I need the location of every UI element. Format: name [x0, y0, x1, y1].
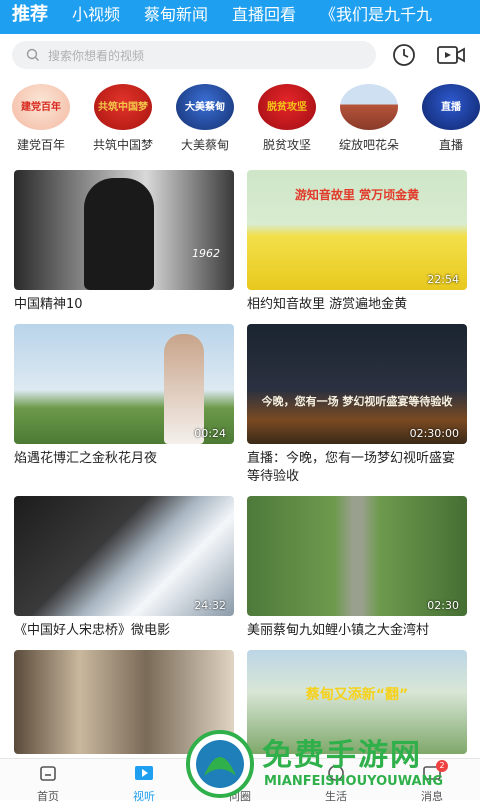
channel-label: 共筑中国梦	[92, 138, 153, 152]
video-card[interactable]: 00:24 焰遇花博汇之金秋花月夜	[14, 324, 234, 468]
channel-image: 大美蔡甸	[176, 84, 234, 130]
channel-image: 建党百年	[12, 84, 70, 130]
channel-label: 直播	[438, 138, 463, 152]
tab-live-replay[interactable]: 直播回看	[220, 1, 308, 34]
thumbnail-overlay-text: 1962	[192, 247, 220, 260]
channel-item[interactable]: 建党百年 建党百年	[2, 84, 80, 153]
video-camera-icon[interactable]	[436, 43, 466, 67]
video-title: 焰遇花博汇之金秋花月夜	[14, 451, 158, 466]
watermark-en-text: MIANFEISHOUYOUWANG	[264, 774, 444, 789]
video-title: 美丽蔡甸九如鲤小镇之大金湾村	[247, 623, 430, 638]
watermark-cn-text: 免费手游网	[262, 738, 422, 773]
nav-watch[interactable]: 视听	[96, 759, 192, 804]
channel-item[interactable]: 直播 直播	[412, 84, 480, 153]
channel-item[interactable]: 脱贫攻坚 脱贫攻坚	[248, 84, 326, 153]
video-duration: 22:54	[427, 273, 459, 286]
video-duration: 02:30:00	[409, 427, 459, 440]
channel-image: 直播	[422, 84, 480, 130]
channel-image: 脱贫攻坚	[258, 84, 316, 130]
video-duration: 00:24	[194, 427, 226, 440]
channel-item[interactable]: 大美蔡甸 大美蔡甸	[166, 84, 244, 153]
video-card[interactable]: 今晚，您有一场 梦幻视听盛宴等待验收 02:30:00 直播：今晚，您有一场梦幻…	[247, 324, 467, 486]
video-thumbnail: 24:32	[14, 496, 234, 616]
channel-image: 共筑中国梦	[94, 84, 152, 130]
channel-label: 绽放吧花朵	[338, 138, 399, 152]
video-title: 相约知音故里 游赏遍地金黄	[247, 297, 408, 312]
channel-label: 脱贫攻坚	[262, 138, 311, 152]
tab-short-video[interactable]: 小视频	[60, 1, 132, 34]
video-thumbnail: 今晚，您有一场 梦幻视听盛宴等待验收 02:30:00	[247, 324, 467, 444]
tab-program[interactable]: 《我们是九千九	[308, 1, 444, 34]
search-placeholder: 搜索你想看的视频	[48, 48, 145, 63]
video-card[interactable]: 1962 中国精神10	[14, 170, 234, 314]
channel-label: 建党百年	[16, 138, 65, 152]
channel-art-text: 大美蔡甸	[185, 102, 225, 113]
thumbnail-overlay-text: 今晚，您有一场 梦幻视听盛宴等待验收	[261, 395, 453, 408]
home-icon	[40, 766, 56, 781]
nav-home[interactable]: 首页	[0, 759, 96, 804]
channel-item[interactable]: 绽放吧花朵	[330, 84, 408, 153]
video-thumbnail: 1962	[14, 170, 234, 290]
nav-label: 首页	[37, 790, 59, 803]
search-row: 搜索你想看的视频	[0, 34, 480, 76]
video-title: 《中国好人宋忠桥》微电影	[14, 623, 171, 638]
top-tab-bar: 推荐 小视频 蔡甸新闻 直播回看 《我们是九千九	[0, 0, 480, 34]
video-duration: 02:30	[427, 599, 459, 612]
video-duration: 24:32	[194, 599, 226, 612]
channel-art-text: 建党百年	[21, 102, 61, 113]
video-card[interactable]: 游知音故里 赏万顷金黄 22:54 相约知音故里 游赏遍地金黄	[247, 170, 467, 314]
video-thumbnail: 00:24	[14, 324, 234, 444]
video-thumbnail: 游知音故里 赏万顷金黄 22:54	[247, 170, 467, 290]
video-card[interactable]: 02:30 美丽蔡甸九如鲤小镇之大金湾村	[247, 496, 467, 640]
channel-art-text: 共筑中国梦	[98, 102, 148, 113]
channel-art-text: 直播	[441, 102, 461, 113]
channel-image	[340, 84, 398, 130]
video-thumbnail: 02:30	[247, 496, 467, 616]
channel-art-text: 脱贫攻坚	[267, 102, 307, 113]
clock-icon[interactable]	[392, 43, 416, 67]
channel-item[interactable]: 共筑中国梦 共筑中国梦	[84, 84, 162, 153]
watermark-logo: 免费手游网 MIANFEISHOUYOUWANG	[180, 728, 480, 800]
play-icon	[135, 766, 153, 780]
search-icon	[26, 48, 39, 61]
thumbnail-overlay-text: 游知音故里 赏万顷金黄	[294, 188, 420, 202]
thumbnail-overlay-text: 蔡甸又添新“翻”	[305, 687, 409, 703]
tab-caidian-news[interactable]: 蔡甸新闻	[132, 1, 220, 34]
video-title: 直播：今晚，您有一场梦幻视听盛宴等待验收	[247, 451, 456, 484]
video-card[interactable]: 24:32 《中国好人宋忠桥》微电影	[14, 496, 234, 640]
search-input[interactable]: 搜索你想看的视频	[12, 41, 376, 69]
watermark-emblem-icon	[186, 730, 254, 798]
nav-label: 视听	[133, 790, 155, 803]
channel-label: 大美蔡甸	[180, 138, 229, 152]
tab-recommend[interactable]: 推荐	[0, 0, 60, 34]
channel-row: 建党百年 建党百年 共筑中国梦 共筑中国梦 大美蔡甸 大美蔡甸 脱贫攻坚 脱贫攻…	[0, 84, 480, 158]
video-title: 中国精神10	[14, 297, 83, 312]
